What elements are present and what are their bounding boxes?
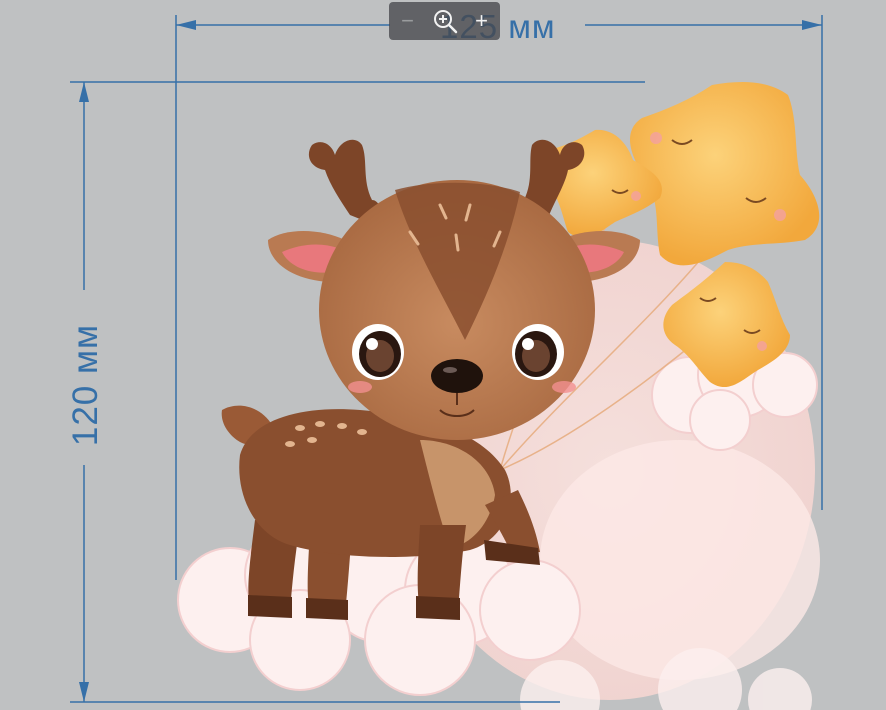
zoom-toolbar: − + <box>389 2 500 40</box>
zoom-button[interactable] <box>430 6 460 36</box>
height-dimension-label: 120 мм <box>66 323 105 447</box>
zoom-out-button[interactable]: − <box>393 6 423 36</box>
magnifier-plus-icon <box>433 10 457 34</box>
zoom-in-button[interactable]: + <box>467 6 497 36</box>
deer-illustration <box>70 15 823 710</box>
star-large <box>629 82 820 266</box>
image-viewer: 125 мм 120 мм − + <box>0 0 886 710</box>
